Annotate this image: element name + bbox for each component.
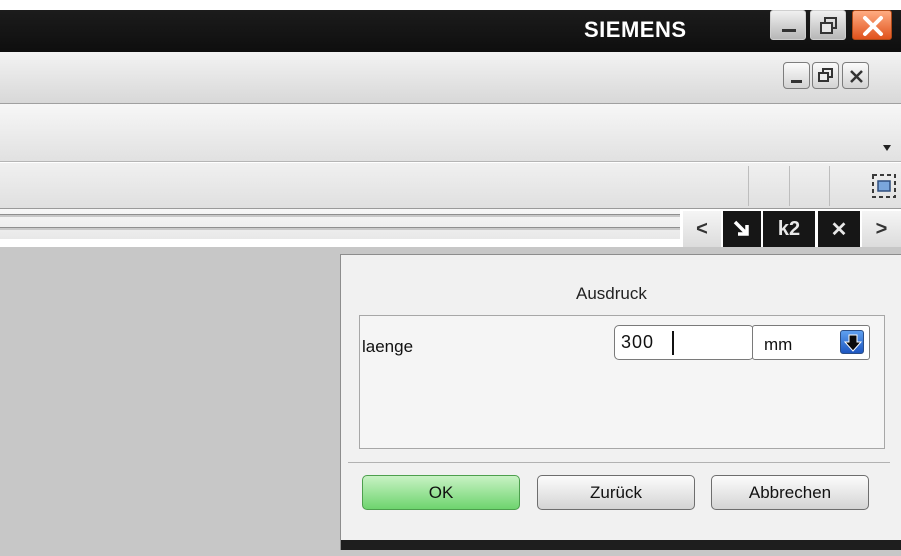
nav-previous-button[interactable]: < [683,211,721,247]
dropdown-down-arrow-icon [843,334,863,352]
breadcrumb-current[interactable]: k2 [763,211,815,247]
expression-value-input[interactable]: 300 [614,325,754,360]
toolbar-divider [789,166,790,206]
minimize-icon [791,80,802,83]
nav-arrow-button[interactable] [723,211,761,247]
dialog-separator [348,462,890,463]
expression-name-label: laenge [362,337,414,356]
unit-value: mm [764,335,793,354]
back-button[interactable]: Zurück [537,475,695,510]
window-restore-button[interactable] [810,10,846,40]
close-icon [863,16,883,36]
fit-view-icon[interactable] [870,172,898,200]
dialog-title: Ausdruck [576,284,647,303]
document-close-button[interactable] [842,62,869,89]
document-minimize-button[interactable] [783,62,810,89]
toolbar-divider [829,166,830,206]
text-caret [672,331,674,355]
brand-logo: SIEMENS [584,17,687,42]
toolbar-band [0,104,901,162]
menu-band [0,52,901,104]
cue-line-rule [0,214,680,217]
close-icon [850,70,863,83]
minimize-icon [782,29,796,32]
resource-toolbar [0,163,901,209]
ok-button[interactable]: OK [362,475,520,510]
toolbar-divider [748,166,749,206]
cancel-button[interactable]: Abbrechen [711,475,869,510]
cue-line-rule [0,227,680,230]
arrow-down-right-icon [733,220,749,236]
nav-next-button[interactable]: > [862,211,901,247]
window-minimize-button[interactable] [770,10,806,40]
nav-close-button[interactable]: ✕ [818,211,860,247]
document-restore-button[interactable] [812,62,839,89]
restore-icon [818,68,833,82]
title-bar [0,0,901,52]
unit-dropdown-button[interactable] [840,330,864,354]
window-close-button[interactable] [852,10,892,40]
dropdown-arrow-icon[interactable] [882,145,892,151]
restore-icon [820,17,837,34]
